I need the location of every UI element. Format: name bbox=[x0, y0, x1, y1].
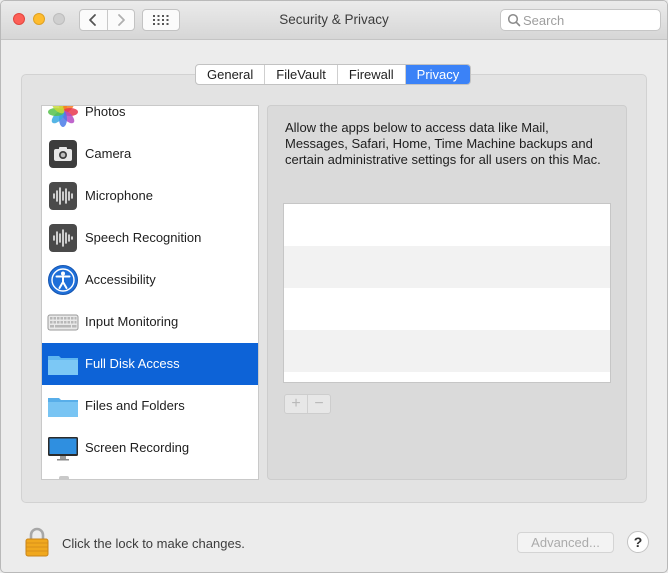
search-field[interactable] bbox=[500, 9, 661, 31]
list-item-accessibility[interactable]: Accessibility bbox=[42, 259, 258, 301]
table-row bbox=[284, 246, 610, 288]
advanced-button[interactable]: Advanced... bbox=[517, 532, 614, 553]
lock-status-text: Click the lock to make changes. bbox=[62, 536, 245, 551]
accessibility-icon bbox=[48, 265, 78, 295]
privacy-category-list[interactable]: Photos Camera Microphone Speech Recognit… bbox=[41, 105, 259, 480]
list-item-label: Files and Folders bbox=[85, 398, 185, 413]
list-item-label: Accessibility bbox=[85, 272, 156, 287]
list-item-full-disk-access[interactable]: Full Disk Access bbox=[42, 343, 258, 385]
title-bar: Security & Privacy bbox=[1, 1, 667, 40]
tab-privacy[interactable]: Privacy bbox=[404, 65, 471, 84]
list-item-speech-recognition[interactable]: Speech Recognition bbox=[42, 217, 258, 259]
help-button[interactable]: ? bbox=[627, 531, 649, 553]
table-row bbox=[284, 288, 610, 330]
add-remove-buttons: + − bbox=[284, 394, 331, 414]
table-row bbox=[284, 372, 610, 382]
list-item-label: Camera bbox=[85, 146, 132, 161]
list-item-input-monitoring[interactable]: Input Monitoring bbox=[42, 301, 258, 343]
list-item-label: Microphone bbox=[85, 188, 153, 203]
speech-recognition-icon bbox=[49, 224, 77, 252]
camera-icon bbox=[49, 140, 77, 168]
search-icon bbox=[507, 13, 521, 27]
list-item-partial[interactable] bbox=[42, 469, 258, 479]
remove-button[interactable]: − bbox=[307, 395, 330, 413]
microphone-icon bbox=[49, 182, 77, 210]
list-item-label: Screen Recording bbox=[85, 440, 190, 455]
list-item-photos[interactable]: Photos bbox=[42, 105, 258, 133]
folder-icon bbox=[48, 398, 78, 417]
apps-table[interactable] bbox=[283, 203, 611, 383]
list-item-files-and-folders[interactable]: Files and Folders bbox=[42, 385, 258, 427]
full-disk-access-description: Allow the apps below to access data like… bbox=[285, 120, 601, 167]
list-item-label: Photos bbox=[85, 105, 126, 119]
tab-bar: General FileVault Firewall Privacy bbox=[195, 64, 472, 85]
list-item-label: Input Monitoring bbox=[85, 314, 179, 329]
list-item-camera[interactable]: Camera bbox=[42, 133, 258, 175]
table-row bbox=[284, 204, 610, 246]
tab-filevault[interactable]: FileVault bbox=[264, 65, 337, 84]
keyboard-icon bbox=[47, 314, 79, 331]
folder-icon bbox=[48, 356, 78, 375]
table-row bbox=[284, 330, 610, 372]
list-item-microphone[interactable]: Microphone bbox=[42, 175, 258, 217]
list-item-screen-recording[interactable]: Screen Recording bbox=[42, 427, 258, 469]
list-item-label: Speech Recognition bbox=[85, 230, 202, 245]
lock-icon[interactable] bbox=[25, 527, 49, 557]
display-icon bbox=[48, 437, 78, 461]
add-button[interactable]: + bbox=[285, 395, 307, 413]
tab-firewall[interactable]: Firewall bbox=[336, 65, 405, 84]
partial-icon bbox=[59, 476, 69, 479]
list-item-label: Full Disk Access bbox=[85, 356, 180, 371]
preferences-window: Security & Privacy General FileVault Fir… bbox=[0, 0, 668, 573]
photos-icon bbox=[48, 106, 78, 127]
tab-general[interactable]: General bbox=[196, 65, 264, 84]
search-input[interactable] bbox=[523, 12, 653, 28]
